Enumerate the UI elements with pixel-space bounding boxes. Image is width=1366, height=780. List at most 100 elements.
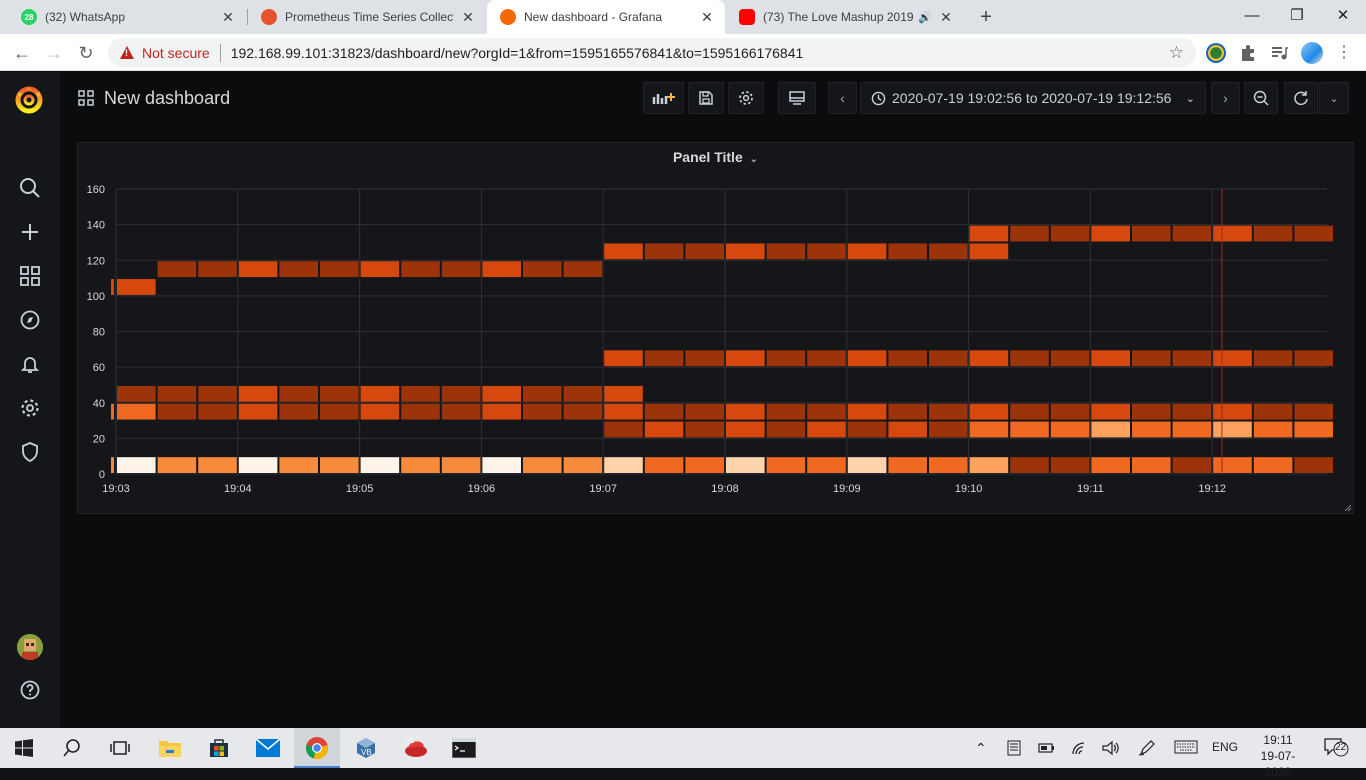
gear-icon[interactable] [18, 396, 42, 420]
mail-icon[interactable] [256, 736, 280, 760]
dashboard-header[interactable]: New dashboard [78, 86, 230, 110]
microsoft-store-icon[interactable] [207, 736, 231, 760]
time-range-picker[interactable]: 2020-07-19 19:02:56 to 2020-07-19 19:12:… [860, 82, 1206, 114]
dashboards-grid-icon[interactable] [18, 264, 42, 288]
keyboard-icon[interactable] [1174, 740, 1198, 757]
media-control-icon[interactable] [1269, 43, 1289, 63]
refresh-interval-button[interactable]: ⌄ [1319, 82, 1349, 114]
time-shift-back-button[interactable]: ‹ [828, 82, 857, 114]
heatmap-cell [1050, 350, 1090, 367]
heatmap-cell [238, 403, 278, 420]
restore-button[interactable]: ❐ [1285, 4, 1309, 28]
tab-whatsapp[interactable]: 28 (32) WhatsApp ✕ [8, 0, 246, 34]
battery-manager-icon[interactable] [1006, 740, 1022, 759]
heatmap-cell [685, 457, 724, 473]
new-tab-button[interactable]: + [976, 7, 996, 27]
profile-avatar[interactable] [1301, 42, 1323, 64]
zoom-out-icon [1253, 90, 1269, 106]
bookmark-star-icon[interactable]: ☆ [1169, 43, 1184, 63]
heatmap-cell [1294, 421, 1333, 438]
resize-handle-icon[interactable] [1345, 505, 1351, 511]
pen-icon[interactable] [1138, 740, 1156, 759]
shield-icon[interactable] [18, 440, 42, 464]
heatmap-cell [279, 385, 318, 402]
minimize-button[interactable]: — [1240, 4, 1264, 28]
task-view-icon[interactable] [108, 736, 132, 760]
dashboard-settings-button[interactable] [728, 82, 764, 114]
search-icon[interactable] [18, 176, 42, 200]
heatmap-cell [888, 350, 927, 367]
reload-button[interactable]: ↻ [74, 41, 98, 65]
heatmap-cell [198, 457, 237, 473]
add-panel-button[interactable] [643, 82, 684, 114]
virtualbox-icon[interactable]: VB [354, 736, 378, 760]
windows-start-icon[interactable] [12, 736, 36, 760]
speaker-icon[interactable]: 🔊 [918, 11, 932, 24]
wifi-icon[interactable] [1071, 740, 1089, 759]
bell-alerting-icon[interactable] [18, 352, 42, 376]
heatmap-cell [807, 350, 846, 367]
app-red-icon[interactable] [404, 736, 428, 760]
notification-center-icon[interactable]: 22 [1324, 737, 1350, 760]
heatmap-cell [117, 457, 156, 473]
whatsapp-icon: 28 [21, 9, 37, 25]
menu-kebab-icon[interactable]: ⋮ [1332, 41, 1356, 65]
tab-prometheus[interactable]: Prometheus Time Series Collectio ✕ [248, 0, 486, 34]
close-icon[interactable]: ✕ [460, 9, 476, 25]
heatmap-cell [441, 457, 481, 473]
heatmap-cell [766, 421, 806, 438]
heatmap-cell [360, 261, 400, 278]
close-icon[interactable]: ✕ [699, 9, 715, 25]
extensions-puzzle-icon[interactable] [1238, 43, 1258, 63]
compass-explore-icon[interactable] [18, 308, 42, 332]
heatmap-cell [969, 350, 1009, 367]
close-icon[interactable]: ✕ [220, 9, 236, 25]
heatmap-cell [969, 403, 1009, 420]
heatmap-chart[interactable]: 0 20 40 60 80 100 120 140 160 19:03 19:04 19:05 19:0… [78, 143, 1355, 515]
save-dashboard-button[interactable] [688, 82, 724, 114]
y-tick-label: 60 [93, 362, 105, 374]
file-explorer-icon[interactable] [158, 736, 182, 760]
address-bar[interactable]: Not secure 192.168.99.101:31823/dashboar… [108, 38, 1196, 67]
search-icon[interactable] [60, 736, 84, 760]
zoom-out-button[interactable] [1244, 82, 1278, 114]
dashboard-title[interactable]: New dashboard [104, 88, 230, 109]
tab-youtube[interactable]: (73) The Love Mashup 2019 / 🔊 ✕ [726, 0, 964, 34]
heatmap-cell [360, 457, 400, 473]
volume-icon[interactable] [1102, 740, 1120, 759]
close-icon[interactable]: ✕ [938, 9, 954, 25]
language-indicator[interactable]: ENG [1212, 740, 1238, 754]
heatmap-cell [1010, 403, 1049, 420]
heatmap-cell [279, 403, 318, 420]
heatmap-cell [929, 457, 968, 473]
plus-icon[interactable] [18, 220, 42, 244]
view-mode-button[interactable] [778, 82, 816, 114]
url-text[interactable]: 192.168.99.101:31823/dashboard/new?orgId… [231, 45, 804, 61]
security-label[interactable]: Not secure [142, 45, 210, 61]
tab-grafana[interactable]: New dashboard - Grafana ✕ [487, 0, 725, 34]
grafana-main: New dashboard ‹ 2020-07-19 19:02:56 to 2… [60, 72, 1366, 728]
refresh-button[interactable] [1284, 82, 1318, 114]
battery-icon[interactable] [1038, 740, 1056, 759]
heatmap-cell [1253, 457, 1293, 473]
chrome-icon[interactable] [305, 736, 329, 760]
chevron-up-icon[interactable]: ⌃ [975, 740, 987, 757]
heatmap-cell [1091, 403, 1130, 420]
grafana-logo-icon[interactable] [14, 84, 44, 114]
apps-grid-icon [78, 90, 94, 106]
heatmap-cell [929, 243, 968, 260]
terminal-icon[interactable] [452, 736, 476, 760]
grafana-icon [500, 9, 516, 25]
windows-taskbar: VB ⌃ ENG 19:11 19-07-2020 22 [0, 728, 1366, 779]
heatmap-cell [685, 403, 724, 420]
back-button[interactable]: ← [10, 41, 34, 65]
heatmap-cell [360, 385, 400, 402]
user-avatar[interactable] [17, 634, 43, 660]
extension-globe-icon[interactable] [1206, 43, 1226, 63]
clock[interactable]: 19:11 19-07-2020 [1250, 732, 1306, 780]
help-icon[interactable] [18, 678, 42, 702]
forward-button[interactable]: → [42, 41, 66, 65]
heatmap-cell [1253, 421, 1293, 438]
time-shift-forward-button[interactable]: › [1211, 82, 1240, 114]
close-window-button[interactable]: ✕ [1331, 4, 1355, 28]
